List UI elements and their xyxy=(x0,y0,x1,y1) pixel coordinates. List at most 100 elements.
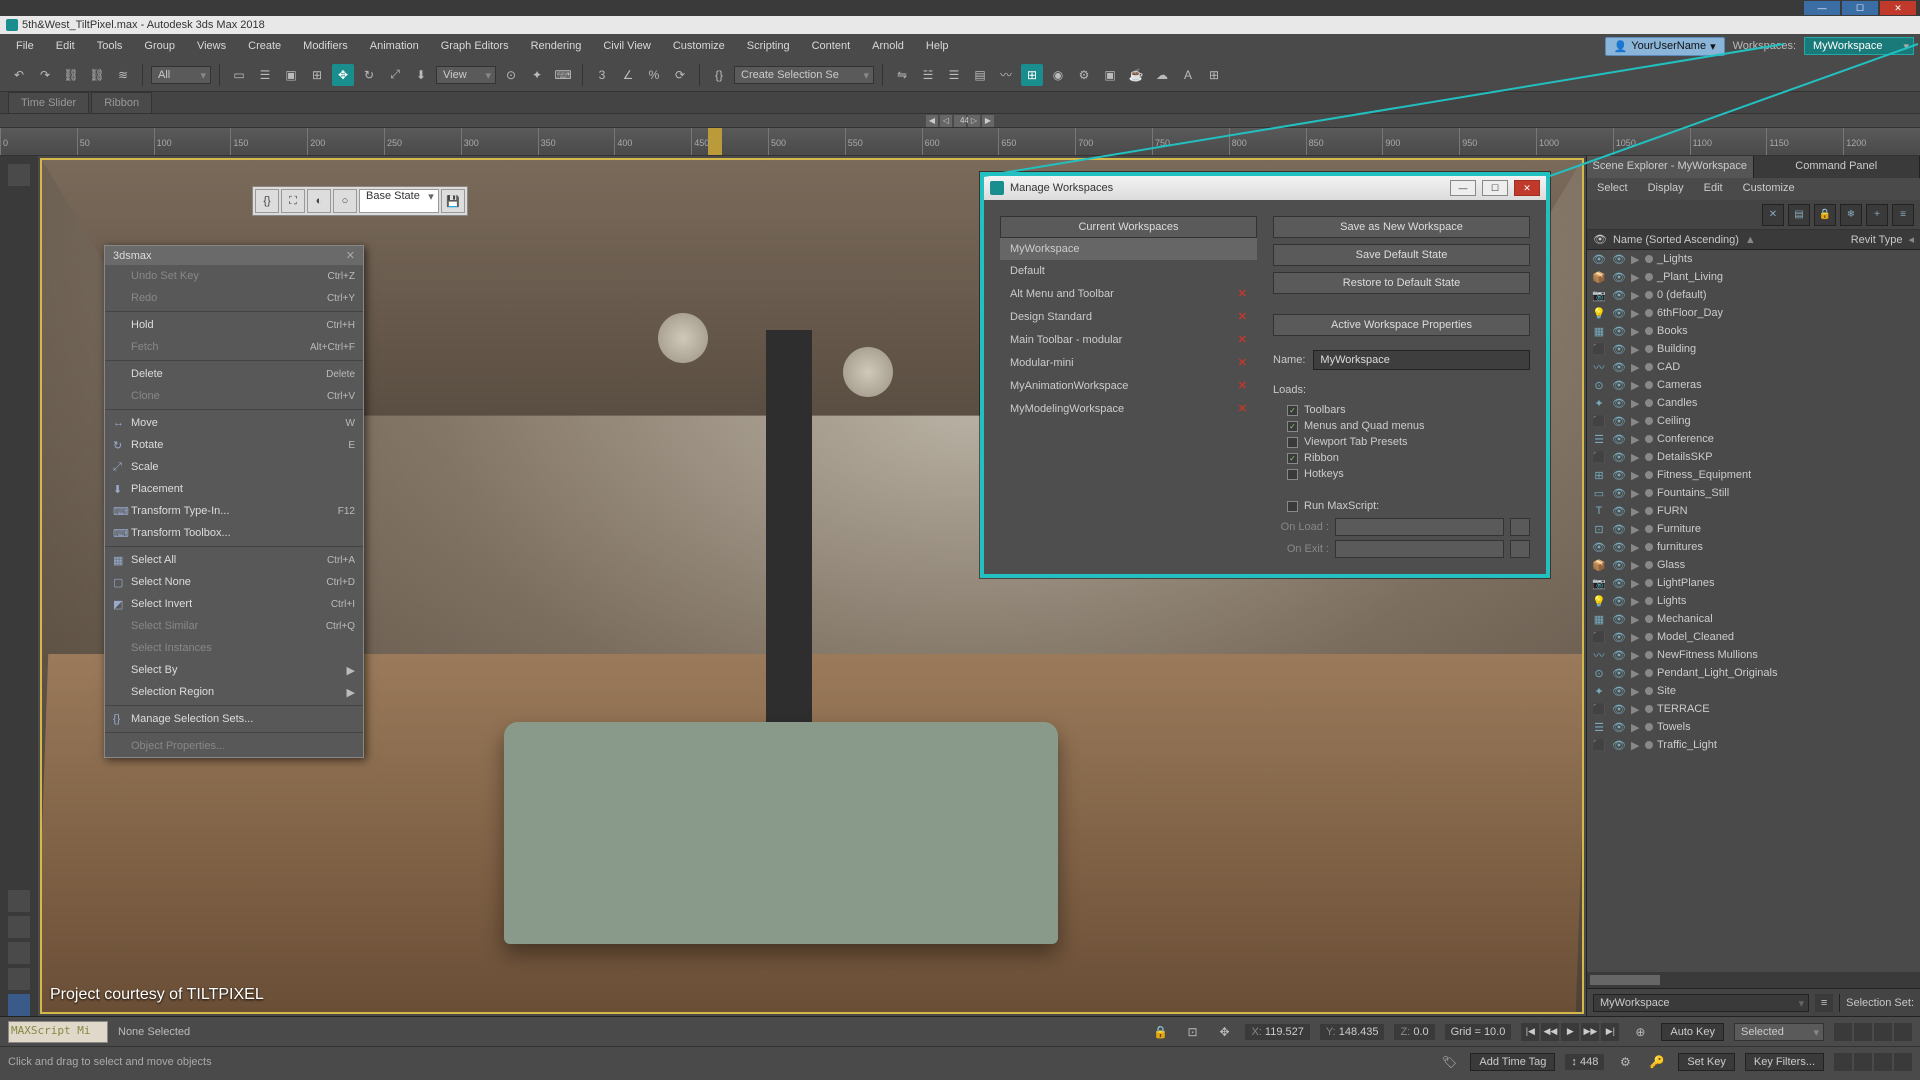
row-visibility-icon[interactable]: ✦ xyxy=(1591,397,1607,410)
expand-icon[interactable]: ▶ xyxy=(1631,739,1641,752)
ctx-select-invert[interactable]: ◩ Select Invert Ctrl+I xyxy=(105,593,363,615)
zoom-icon[interactable] xyxy=(1854,1023,1872,1041)
scene-row[interactable]: ⊙ 👁 ▶ Cameras xyxy=(1587,376,1920,394)
dialog-titlebar[interactable]: Manage Workspaces — ☐ ✕ xyxy=(984,176,1546,200)
row-visibility-icon[interactable]: 💡 xyxy=(1591,595,1607,608)
row-visibility-icon[interactable]: 📦 xyxy=(1591,559,1607,572)
scene-row[interactable]: ⬛ 👁 ▶ Ceiling xyxy=(1587,412,1920,430)
workspace-dropdown[interactable]: MyWorkspace xyxy=(1804,37,1914,55)
timeline-next2-icon[interactable]: ▶ xyxy=(982,115,994,127)
row-visibility-icon[interactable]: 👁 xyxy=(1591,253,1607,266)
row-visibility-icon[interactable]: ⊙ xyxy=(1591,667,1607,680)
scene-row[interactable]: 〰 👁 ▶ NewFitness Mullions xyxy=(1587,646,1920,664)
timeline-prev2-icon[interactable]: ◁ xyxy=(940,115,952,127)
pan-icon[interactable] xyxy=(1834,1023,1852,1041)
expand-icon[interactable]: ▶ xyxy=(1631,541,1641,554)
row-eye-icon[interactable]: 👁 xyxy=(1611,505,1627,518)
align-icon[interactable]: ☱ xyxy=(917,64,939,86)
expand-icon[interactable]: ▶ xyxy=(1631,253,1641,266)
menu-civil-view[interactable]: Civil View xyxy=(593,36,660,56)
user-account-button[interactable]: 👤 YourUserName ▾ xyxy=(1605,37,1725,56)
expand-icon[interactable]: ▶ xyxy=(1631,307,1641,320)
add-time-tag-button[interactable]: Add Time Tag xyxy=(1470,1053,1555,1071)
row-visibility-icon[interactable]: ⬛ xyxy=(1591,343,1607,356)
min-max-icon[interactable] xyxy=(1894,1053,1912,1071)
row-eye-icon[interactable]: 👁 xyxy=(1611,343,1627,356)
close-icon[interactable]: ✕ xyxy=(1880,1,1916,15)
key-filters-button[interactable]: Key Filters... xyxy=(1745,1053,1824,1071)
loads-check-ribbon[interactable]: ✓ Ribbon xyxy=(1273,450,1530,466)
row-visibility-icon[interactable]: ⬛ xyxy=(1591,415,1607,428)
expand-icon[interactable]: ▶ xyxy=(1631,361,1641,374)
expand-icon[interactable]: ▶ xyxy=(1631,343,1641,356)
ctx-rotate[interactable]: ↻ Rotate E xyxy=(105,434,363,456)
maxscript-listener[interactable]: MAXScript Mi xyxy=(8,1021,108,1043)
toggle-ribbon-icon[interactable]: ▤ xyxy=(969,64,991,86)
scene-row[interactable]: ⊙ 👁 ▶ Pendant_Light_Originals xyxy=(1587,664,1920,682)
on-load-browse-button[interactable] xyxy=(1510,518,1530,536)
ctx-hold[interactable]: Hold Ctrl+H xyxy=(105,314,363,336)
ctx-select-by[interactable]: Select By ▶ xyxy=(105,659,363,681)
menu-create[interactable]: Create xyxy=(238,36,291,56)
menu-help[interactable]: Help xyxy=(916,36,959,56)
ctx-select-all[interactable]: ▦ Select All Ctrl+A xyxy=(105,549,363,571)
expand-icon[interactable]: ▶ xyxy=(1631,613,1641,626)
mirror-icon[interactable]: ⇋ xyxy=(891,64,913,86)
gutter-tool3-icon[interactable] xyxy=(8,942,30,964)
named-selection-dropdown[interactable]: Create Selection Se xyxy=(734,66,874,84)
absolute-mode-icon[interactable]: ✥ xyxy=(1213,1021,1235,1043)
gutter-tool5-icon[interactable] xyxy=(8,994,30,1016)
row-visibility-icon[interactable]: ▦ xyxy=(1591,325,1607,338)
row-visibility-icon[interactable]: ☰ xyxy=(1591,721,1607,734)
row-eye-icon[interactable]: 👁 xyxy=(1611,325,1627,338)
keyboard-shortcut-icon[interactable]: ⌨ xyxy=(552,64,574,86)
menu-graph-editors[interactable]: Graph Editors xyxy=(431,36,519,56)
scene-row[interactable]: ☰ 👁 ▶ Towels xyxy=(1587,718,1920,736)
spinner-snap-icon[interactable]: ⟳ xyxy=(669,64,691,86)
unlink-icon[interactable]: ⛓ xyxy=(86,64,108,86)
time-config-icon[interactable]: ⚙ xyxy=(1614,1051,1636,1073)
checkbox-icon[interactable]: ✓ xyxy=(1287,453,1298,464)
vp-shade2-icon[interactable]: ○ xyxy=(333,189,357,213)
ctx-select-none[interactable]: ▢ Select None Ctrl+D xyxy=(105,571,363,593)
row-visibility-icon[interactable]: ⬛ xyxy=(1591,451,1607,464)
expand-icon[interactable]: ▶ xyxy=(1631,649,1641,662)
workspace-row[interactable]: Main Toolbar - modular✕ xyxy=(1000,328,1257,351)
workspace-row[interactable]: Alt Menu and Toolbar✕ xyxy=(1000,282,1257,305)
row-eye-icon[interactable]: 👁 xyxy=(1611,649,1627,662)
menu-scripting[interactable]: Scripting xyxy=(737,36,800,56)
checkbox-icon[interactable]: ✓ xyxy=(1287,421,1298,432)
scene-row[interactable]: 📦 👁 ▶ _Plant_Living xyxy=(1587,268,1920,286)
delete-workspace-icon[interactable]: ✕ xyxy=(1238,287,1247,300)
loads-check-toolbars[interactable]: ✓ Toolbars xyxy=(1273,402,1530,418)
vp-shade1-icon[interactable]: ◐ xyxy=(307,189,331,213)
pivot-icon[interactable]: ⊙ xyxy=(500,64,522,86)
row-eye-icon[interactable]: 👁 xyxy=(1611,703,1627,716)
row-visibility-icon[interactable]: 📷 xyxy=(1591,289,1607,302)
expand-icon[interactable]: ▶ xyxy=(1631,505,1641,518)
window-crossing-icon[interactable]: ⊞ xyxy=(306,64,328,86)
row-eye-icon[interactable]: 👁 xyxy=(1611,667,1627,680)
ctx-selection-region[interactable]: Selection Region ▶ xyxy=(105,681,363,703)
tab-ribbon[interactable]: Ribbon xyxy=(91,92,152,113)
layer-explorer-icon[interactable]: ☰ xyxy=(943,64,965,86)
loads-check-hotkeys[interactable]: Hotkeys xyxy=(1273,466,1530,482)
expand-icon[interactable]: ▶ xyxy=(1631,415,1641,428)
row-eye-icon[interactable]: 👁 xyxy=(1611,379,1627,392)
delete-workspace-icon[interactable]: ✕ xyxy=(1238,310,1247,323)
expand-icon[interactable]: ▶ xyxy=(1631,523,1641,536)
vp-expand-icon[interactable]: ⛶ xyxy=(281,189,305,213)
se-filter-icon[interactable]: ▤ xyxy=(1788,204,1810,226)
scene-row[interactable]: ⬛ 👁 ▶ TERRACE xyxy=(1587,700,1920,718)
ctx-transform-type-in-[interactable]: ⌨ Transform Type-In... F12 xyxy=(105,500,363,522)
scene-row[interactable]: 📷 👁 ▶ 0 (default) xyxy=(1587,286,1920,304)
gutter-tool2-icon[interactable] xyxy=(8,916,30,938)
angle-snap-icon[interactable]: ∠ xyxy=(617,64,639,86)
run-maxscript-checkbox[interactable] xyxy=(1287,501,1298,512)
render-icon[interactable]: ☕ xyxy=(1125,64,1147,86)
scene-row[interactable]: ⊡ 👁 ▶ Furniture xyxy=(1587,520,1920,538)
scene-row[interactable]: ⬛ 👁 ▶ Building xyxy=(1587,340,1920,358)
link-icon[interactable]: ⛓ xyxy=(60,64,82,86)
row-visibility-icon[interactable]: 〰 xyxy=(1591,359,1607,375)
material-editor-icon[interactable]: ◉ xyxy=(1047,64,1069,86)
